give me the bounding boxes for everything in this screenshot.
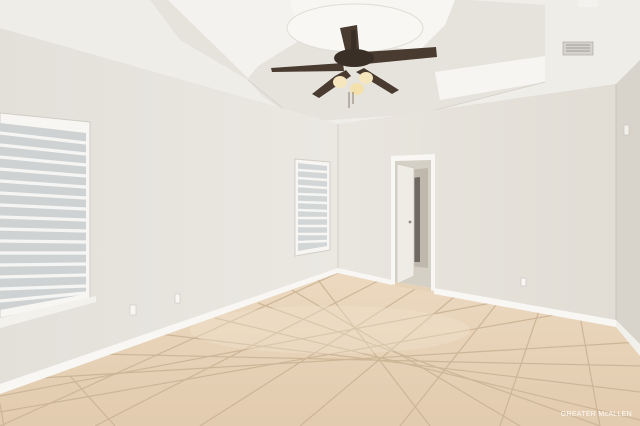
air-vent <box>562 41 594 56</box>
open-door <box>396 163 415 285</box>
room-photo <box>0 0 640 426</box>
window-right-small <box>294 158 331 257</box>
wall-outlet <box>520 277 527 287</box>
window-left <box>0 112 96 328</box>
light-switch <box>623 124 630 136</box>
watermark: GREATER McALLEN <box>560 411 632 418</box>
smoke-detector <box>578 0 598 7</box>
doorway <box>391 154 435 292</box>
wall-outlet <box>174 293 181 304</box>
wall-outlet <box>129 304 137 316</box>
